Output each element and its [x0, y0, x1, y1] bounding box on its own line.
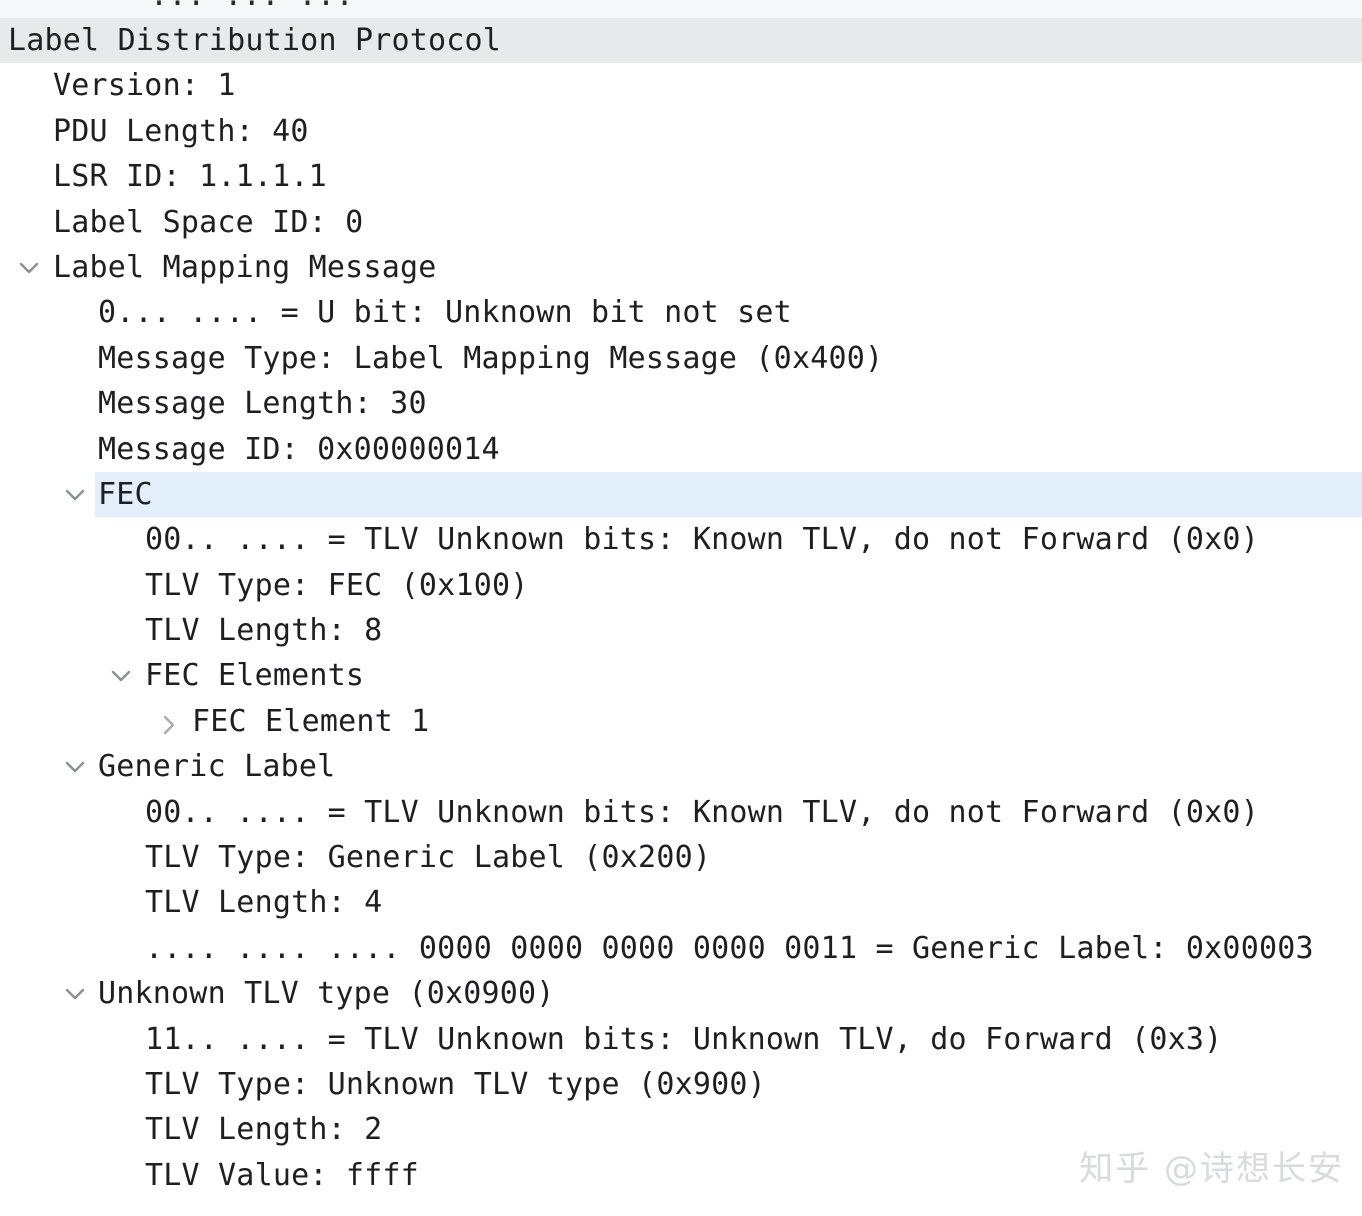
- tree-row-label: 11.. .... = TLV Unknown bits: Unknown TL…: [145, 1017, 1222, 1062]
- tree-row[interactable]: Label Distribution Protocol: [0, 18, 1362, 63]
- tree-row[interactable]: TLV Length: 4: [0, 880, 1362, 925]
- tree-row[interactable]: FEC Element 1: [0, 699, 1362, 744]
- tree-row[interactable]: Message Type: Label Mapping Message (0x4…: [0, 336, 1362, 381]
- chevron-down-icon[interactable]: [62, 472, 88, 517]
- tree-row-label: 0... .... = U bit: Unknown bit not set: [98, 290, 792, 335]
- tree-row[interactable]: FEC Elements: [0, 653, 1362, 698]
- tree-row[interactable]: TLV Type: Unknown TLV type (0x900): [0, 1062, 1362, 1107]
- chevron-down-icon[interactable]: [62, 971, 88, 1016]
- tree-row-label: 00.. .... = TLV Unknown bits: Known TLV,…: [145, 517, 1259, 562]
- tree-row[interactable]: Version: 1: [0, 63, 1362, 108]
- packet-details-pane[interactable]: ... ... ... Label Distribution ProtocolV…: [0, 0, 1362, 1216]
- chevron-down-icon-glyph: [19, 261, 39, 275]
- tree-row[interactable]: Unknown TLV type (0x0900): [0, 971, 1362, 1016]
- tree-row[interactable]: TLV Length: 8: [0, 608, 1362, 653]
- tree-row[interactable]: FEC: [0, 472, 1362, 517]
- chevron-down-icon-glyph: [65, 987, 85, 1001]
- protocol-tree[interactable]: Label Distribution ProtocolVersion: 1PDU…: [0, 18, 1362, 1198]
- tree-row[interactable]: .... .... .... 0000 0000 0000 0000 0011 …: [0, 926, 1362, 971]
- chevron-down-icon[interactable]: [62, 744, 88, 789]
- tree-row-label: PDU Length: 40: [53, 109, 309, 154]
- tree-row-label: TLV Type: FEC (0x100): [145, 563, 529, 608]
- tree-row-label: Label Space ID: 0: [53, 200, 363, 245]
- tree-row[interactable]: Label Mapping Message: [0, 245, 1362, 290]
- tree-row-label: FEC Elements: [145, 653, 364, 698]
- tree-row[interactable]: LSR ID: 1.1.1.1: [0, 154, 1362, 199]
- tree-row[interactable]: TLV Type: Generic Label (0x200): [0, 835, 1362, 880]
- tree-row-label: TLV Type: Generic Label (0x200): [145, 835, 711, 880]
- tree-row-label: Message ID: 0x00000014: [98, 427, 500, 472]
- tree-row-label: TLV Length: 4: [145, 880, 382, 925]
- tree-row[interactable]: TLV Type: FEC (0x100): [0, 563, 1362, 608]
- tree-row[interactable]: Label Space ID: 0: [0, 200, 1362, 245]
- chevron-down-icon-glyph: [111, 669, 131, 683]
- tree-row[interactable]: Message Length: 30: [0, 381, 1362, 426]
- tree-row-label: 00.. .... = TLV Unknown bits: Known TLV,…: [145, 790, 1259, 835]
- tree-row-label: Message Type: Label Mapping Message (0x4…: [98, 336, 883, 381]
- tree-row-label: Label Distribution Protocol: [8, 18, 501, 63]
- chevron-down-icon[interactable]: [108, 653, 134, 698]
- chevron-right-icon-glyph: [161, 715, 175, 735]
- tree-row-label: TLV Length: 8: [145, 608, 382, 653]
- tree-row-label: Message Length: 30: [98, 381, 427, 426]
- tree-row-label: FEC: [98, 472, 153, 517]
- chevron-down-icon-glyph: [65, 488, 85, 502]
- tree-row-label: Generic Label: [98, 744, 335, 789]
- tree-row[interactable]: Generic Label: [0, 744, 1362, 789]
- tree-row-label: TLV Value: ffff: [145, 1153, 419, 1198]
- chevron-right-icon[interactable]: [155, 699, 181, 744]
- tree-row-label: Unknown TLV type (0x0900): [98, 971, 555, 1016]
- clipped-top-row: ... ... ...: [0, 0, 1362, 18]
- tree-row[interactable]: 00.. .... = TLV Unknown bits: Known TLV,…: [0, 517, 1362, 562]
- tree-row-label: Version: 1: [53, 63, 236, 108]
- watermark: 知乎 @诗想长安: [1079, 1141, 1344, 1190]
- chevron-down-icon-glyph: [65, 760, 85, 774]
- tree-row-label: LSR ID: 1.1.1.1: [53, 154, 327, 199]
- tree-row[interactable]: 00.. .... = TLV Unknown bits: Known TLV,…: [0, 790, 1362, 835]
- tree-row[interactable]: 11.. .... = TLV Unknown bits: Unknown TL…: [0, 1017, 1362, 1062]
- tree-row-label: Label Mapping Message: [53, 245, 437, 290]
- tree-row-label: FEC Element 1: [192, 699, 429, 744]
- tree-row-label: TLV Length: 2: [145, 1107, 382, 1152]
- tree-row-label: TLV Type: Unknown TLV type (0x900): [145, 1062, 766, 1107]
- clipped-top-row-text: ... ... ...: [150, 0, 354, 13]
- tree-row[interactable]: PDU Length: 40: [0, 109, 1362, 154]
- tree-row-label: .... .... .... 0000 0000 0000 0000 0011 …: [145, 926, 1314, 971]
- chevron-down-icon[interactable]: [16, 245, 42, 290]
- tree-row[interactable]: 0... .... = U bit: Unknown bit not set: [0, 290, 1362, 335]
- tree-row[interactable]: Message ID: 0x00000014: [0, 427, 1362, 472]
